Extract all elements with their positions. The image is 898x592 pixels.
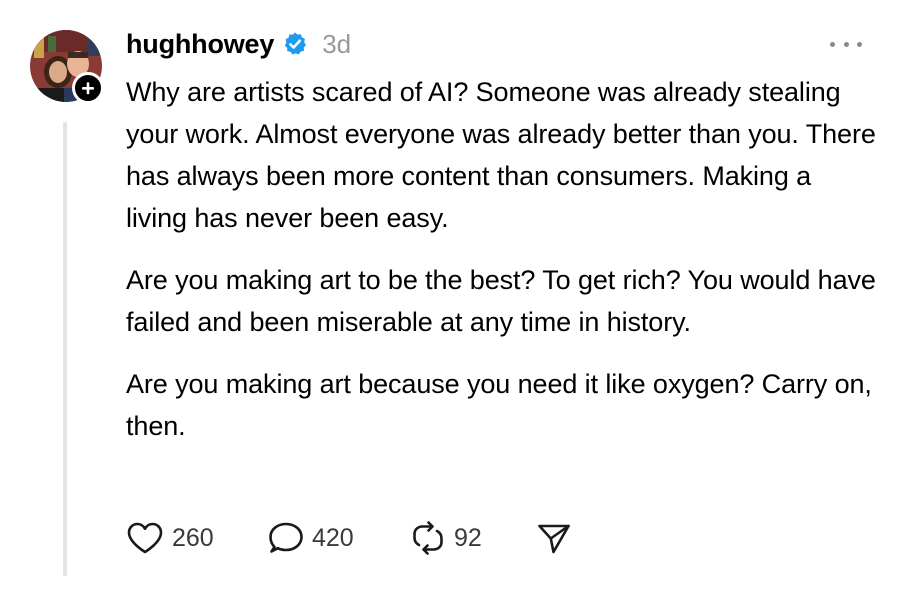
more-horizontal-icon <box>830 41 835 47</box>
more-dot <box>857 41 862 47</box>
more-options-button[interactable] <box>830 32 862 56</box>
reply-button[interactable]: 420 <box>268 521 410 555</box>
thread-post: hughhowey 3d Why are artists scared of A… <box>0 0 898 592</box>
timestamp[interactable]: 3d <box>322 29 351 60</box>
heart-icon <box>127 522 163 554</box>
repost-icon <box>413 521 443 555</box>
post-actions: 260 420 92 <box>126 516 572 560</box>
send-icon <box>538 524 570 554</box>
follow-button[interactable] <box>72 72 104 104</box>
post-paragraph: Why are artists scared of AI? Someone wa… <box>126 77 876 233</box>
post-paragraph: Are you making art because you need it l… <box>126 369 872 441</box>
repost-count: 92 <box>454 523 482 552</box>
repost-button[interactable]: 92 <box>410 521 536 555</box>
thread-line <box>63 122 67 576</box>
username[interactable]: hughhowey <box>126 29 274 60</box>
plus-icon <box>82 82 94 95</box>
more-dot <box>843 41 849 47</box>
reply-count: 420 <box>312 523 354 552</box>
verified-badge-icon <box>282 31 308 57</box>
post-header: hughhowey 3d <box>126 24 351 64</box>
like-count: 260 <box>172 523 214 552</box>
post-body: Why are artists scared of AI? Someone wa… <box>126 71 876 467</box>
speech-bubble-icon <box>269 522 303 553</box>
share-button[interactable] <box>536 521 572 555</box>
post-paragraph: Are you making art to be the best? To ge… <box>126 265 876 337</box>
like-button[interactable]: 260 <box>126 521 268 555</box>
